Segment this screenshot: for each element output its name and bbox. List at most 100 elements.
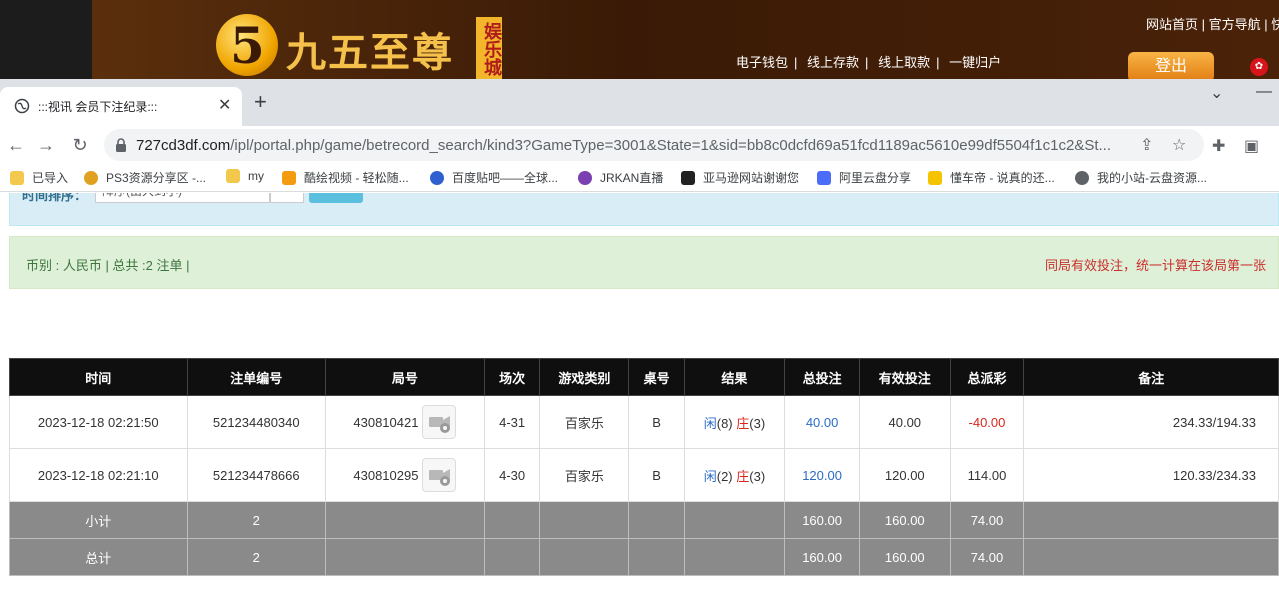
active-tab[interactable]: :::视讯 会员下注纪录::: ✕ [0, 87, 242, 126]
folder-icon [226, 169, 240, 183]
table-row: 2023-12-18 02:21:50 521234480340 4308104… [9, 395, 1279, 449]
cell-total-bet[interactable]: 40.00 [784, 395, 861, 449]
cell-game-type: 百家乐 [539, 395, 630, 449]
grandtotal-total-bet: 160.00 [784, 538, 861, 576]
header-table-no: 桌号 [628, 358, 685, 396]
aliyun-icon [817, 170, 831, 185]
url-text[interactable]: 727cd3df.com/ipl/portal.php/game/betreco… [136, 137, 1136, 154]
bookmark-item[interactable]: 已导入 [10, 169, 68, 186]
bookmark-item[interactable]: 亚马逊网站谢谢您 [681, 169, 799, 186]
tab-search-icon[interactable]: ⌄ [1210, 83, 1223, 103]
sort-label: 时间排序： [22, 193, 88, 203]
extensions-icon[interactable]: ✚ [1212, 136, 1225, 156]
cell-round: 430810421 [324, 395, 485, 449]
result-player-label: 闲 [703, 468, 717, 484]
site-nav: 电子钱包 | 线上存款 | 线上取款 | 一键归户 [736, 55, 1002, 70]
nav-wallet[interactable]: 电子钱包 [736, 55, 788, 70]
bookmark-item[interactable]: 百度贴吧——全球... [430, 169, 558, 186]
result-player-score: (2) [716, 468, 733, 484]
cell-valid-bet: 40.00 [859, 395, 951, 449]
summary-bar: 币别 : 人民币 | 总共 :2 注单 | 同局有效投注，统一计算在该局第一张 [9, 236, 1279, 289]
bookmark-item[interactable]: 懂车帝 - 说真的还... [928, 169, 1055, 186]
cell-valid-bet: 120.00 [859, 448, 951, 502]
side-panel-icon[interactable]: ▣ [1244, 136, 1259, 156]
bookmark-star-icon[interactable]: ☆ [1172, 135, 1186, 155]
nav-withdraw[interactable]: 线上取款 [878, 55, 930, 70]
cell-note: 120.33/234.33 [1023, 448, 1279, 502]
bookmark-item[interactable]: 阿里云盘分享 [817, 169, 911, 186]
new-tab-button[interactable]: + [254, 91, 267, 113]
browser-window: :::视讯 会员下注纪录::: ✕ + ⌄ — ← → ↻ 727cd3df.c… [0, 79, 1279, 591]
video-replay-icon[interactable] [422, 458, 457, 492]
grandtotal-payout: 74.00 [949, 538, 1025, 576]
header-valid-bet: 有效投注 [859, 358, 951, 396]
sort-select-arrow[interactable] [270, 193, 304, 203]
site-header-background: 5 九五至尊 娱乐城 网站首页 | 官方导航 | 快 电子钱包 | 线上存款 | 线… [0, 0, 1279, 82]
bookmark-item[interactable]: my [226, 169, 264, 183]
subtotal-label: 小计 [9, 501, 188, 539]
round-number: 430810421 [353, 414, 419, 430]
browser-toolbar: ← → ↻ 727cd3df.com/ipl/portal.php/game/b… [0, 126, 1279, 164]
cell-payout: -40.00 [949, 395, 1025, 449]
close-tab-icon[interactable]: ✕ [218, 95, 231, 115]
globe-icon [14, 98, 30, 114]
bookmark-item[interactable]: JRKAN直播 [578, 169, 663, 186]
header-payout: 总派彩 [949, 358, 1025, 396]
cell-table-no: B [628, 448, 685, 502]
result-banker-label: 庄 [736, 468, 750, 484]
share-icon[interactable]: ⇪ [1140, 135, 1153, 155]
bookmarks-bar: 已导入 PS3资源分享区 -... my 酷绘视频 - 轻松随... 百度贴吧—… [0, 164, 1279, 192]
grandtotal-valid-bet: 160.00 [859, 538, 951, 576]
filter-bar: 时间排序： 降序(由大到小) [9, 193, 1279, 226]
notice-text: 同局有效投注，统一计算在该局第一张 [1045, 258, 1267, 273]
tab-strip: :::视讯 会员下注纪录::: ✕ + ⌄ — [0, 79, 1279, 126]
hk-flag-icon[interactable]: ✿ [1250, 58, 1268, 76]
lock-icon [116, 138, 126, 152]
grandtotal-row: 总计 2 160.00 160.00 74.00 [9, 538, 1279, 576]
bookmark-item[interactable]: PS3资源分享区 -... [84, 169, 206, 186]
amazon-icon [681, 170, 695, 185]
result-player-label: 闲 [703, 415, 717, 431]
reload-icon[interactable]: ↻ [68, 133, 92, 157]
header-round: 局号 [324, 358, 485, 396]
cell-result: 闲(2) 庄(3) [683, 448, 786, 502]
bookmark-item[interactable]: 酷绘视频 - 轻松随... [282, 169, 409, 186]
nav-deposit[interactable]: 线上存款 [807, 55, 859, 70]
address-bar[interactable]: 727cd3df.com/ipl/portal.php/game/betreco… [104, 129, 1204, 161]
nav-consolidate[interactable]: 一键归户 [949, 55, 1001, 70]
result-banker-label: 庄 [736, 415, 750, 431]
cell-session: 4-30 [483, 448, 541, 502]
forward-icon[interactable]: → [34, 133, 58, 157]
cell-table-no: B [628, 395, 685, 449]
minimize-icon[interactable]: — [1256, 83, 1272, 101]
folder-icon [10, 170, 24, 185]
globe-icon [1075, 170, 1089, 185]
cell-total-bet[interactable]: 120.00 [784, 448, 861, 502]
video-replay-icon[interactable] [422, 405, 457, 439]
sort-select[interactable]: 降序(由大到小) [95, 193, 270, 203]
logout-button[interactable]: 登出 [1128, 52, 1214, 82]
cell-payout: 114.00 [949, 448, 1025, 502]
bookmark-item[interactable]: 我的小站-云盘资源... [1075, 169, 1207, 186]
subtotal-row: 小计 2 160.00 160.00 74.00 [9, 501, 1279, 539]
result-banker-score: (3) [749, 468, 766, 484]
result-banker-score: (3) [749, 415, 766, 431]
subtotal-payout: 74.00 [949, 501, 1025, 539]
tab-title: :::视讯 会员下注纪录::: [38, 100, 158, 114]
site-logo-sub: 娱乐城 [476, 17, 502, 79]
query-button[interactable] [309, 193, 363, 203]
jrkan-icon [578, 170, 592, 185]
site-logo-mark: 5 [216, 14, 278, 76]
site-logo-text: 九五至尊 [286, 29, 454, 76]
site-top-links[interactable]: 网站首页 | 官方导航 | 快 [1146, 14, 1279, 33]
back-icon[interactable]: ← [4, 133, 28, 157]
cell-round: 430810295 [324, 448, 485, 502]
logo-glyph: 5 [230, 16, 265, 75]
cell-session: 4-31 [483, 395, 541, 449]
header-bet-id: 注单编号 [186, 358, 326, 396]
cell-result: 闲(8) 庄(3) [683, 395, 786, 449]
subtotal-valid-bet: 160.00 [859, 501, 951, 539]
table-header-row: 时间 注单编号 局号 场次 游戏类别 桌号 结果 总投注 有效投注 总派彩 备注 [9, 358, 1279, 396]
page-content: 时间排序： 降序(由大到小) 币别 : 人民币 | 总共 :2 注单 | 同局有… [0, 193, 1279, 591]
subtotal-count: 2 [186, 501, 326, 539]
